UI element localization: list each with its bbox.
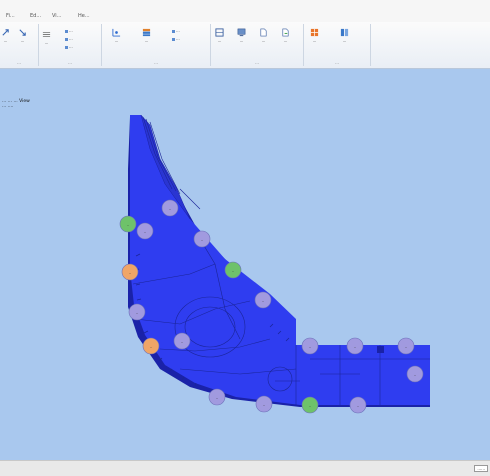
- ribbon-button-1[interactable]: ...: [1, 28, 10, 43]
- node-label: ..: [357, 403, 360, 408]
- ribbon-group-4: ... ... ... ... ...: [211, 24, 304, 66]
- grid-icon: [310, 28, 319, 37]
- menu-file[interactable]: Fi...: [6, 13, 15, 19]
- ribbon-toolbar: ... ... ... ... ... ... ... ... ... ... …: [0, 22, 490, 69]
- ribbon-button-5[interactable]: ...: [142, 28, 151, 43]
- node-label: ..: [216, 395, 219, 400]
- monitor-icon: [237, 28, 246, 37]
- ribbon-button-7[interactable]: ...: [237, 28, 246, 43]
- node-label: ..: [144, 229, 147, 234]
- ribbon-button-3[interactable]: ...: [42, 30, 51, 45]
- ribbon-small-3[interactable]: ...: [65, 44, 73, 49]
- node-label: ..: [181, 339, 184, 344]
- node-label: ..: [309, 344, 312, 349]
- node-label: ..: [232, 268, 235, 273]
- node-label: ..: [309, 403, 312, 408]
- node-label: ..: [354, 344, 357, 349]
- ribbon-button-10[interactable]: ...: [310, 28, 319, 43]
- export-icon: [282, 28, 289, 37]
- menu-bar: Fi... Ed... Vi... He...: [0, 0, 490, 23]
- status-bar: ......: [0, 460, 490, 476]
- ribbon-group-3: ... ... ... ... ...: [102, 24, 211, 66]
- tool-icon: [2, 29, 9, 36]
- node-label: ..: [136, 310, 139, 315]
- ribbon-checkbox-1[interactable]: ...: [172, 28, 180, 33]
- columns-icon: [340, 28, 349, 37]
- model-viewport[interactable]: ... ... ... View ... .... .. .. .. .. ..…: [0, 69, 490, 460]
- ribbon-button-11[interactable]: ...: [340, 28, 349, 43]
- ribbon-button-2[interactable]: ...: [18, 28, 27, 43]
- ribbon-button-4[interactable]: ...: [112, 28, 121, 43]
- frame-icon: [215, 28, 224, 37]
- ribbon-checkbox-2[interactable]: ...: [172, 36, 180, 41]
- ribbon-button-9[interactable]: ...: [281, 28, 290, 43]
- axis-icon: [112, 28, 121, 37]
- menu-help[interactable]: He...: [78, 13, 90, 19]
- node-label: ..: [150, 344, 153, 349]
- ribbon-group-5: ... ... ...: [304, 24, 371, 66]
- ribbon-group-1: ... ... ...: [0, 24, 39, 66]
- node-label: ..: [127, 222, 130, 227]
- node-label: ..: [262, 298, 265, 303]
- status-text: ......: [474, 465, 488, 472]
- model-marker: [377, 346, 384, 353]
- node-label: ..: [263, 402, 266, 407]
- node-label: ..: [129, 270, 132, 275]
- lines-icon: [42, 32, 51, 37]
- ribbon-small-1[interactable]: ...: [65, 28, 73, 33]
- node-label: ..: [405, 344, 408, 349]
- ribbon-button-8[interactable]: ...: [259, 28, 268, 43]
- node-label: ..: [201, 237, 204, 242]
- move-icon: [19, 29, 26, 36]
- menu-view[interactable]: Vi...: [52, 13, 61, 19]
- model-canvas[interactable]: ....................................: [0, 69, 490, 460]
- ribbon-button-6[interactable]: ...: [215, 28, 224, 43]
- ribbon-group-2: ... ... ... ... ...: [39, 24, 102, 66]
- model-body: [130, 115, 430, 405]
- node-label: ..: [414, 372, 417, 377]
- document-icon: [260, 28, 267, 37]
- node-label: ..: [169, 206, 172, 211]
- layers-icon: [142, 28, 151, 37]
- ribbon-small-2[interactable]: ...: [65, 36, 73, 41]
- menu-edit[interactable]: Ed...: [30, 13, 41, 19]
